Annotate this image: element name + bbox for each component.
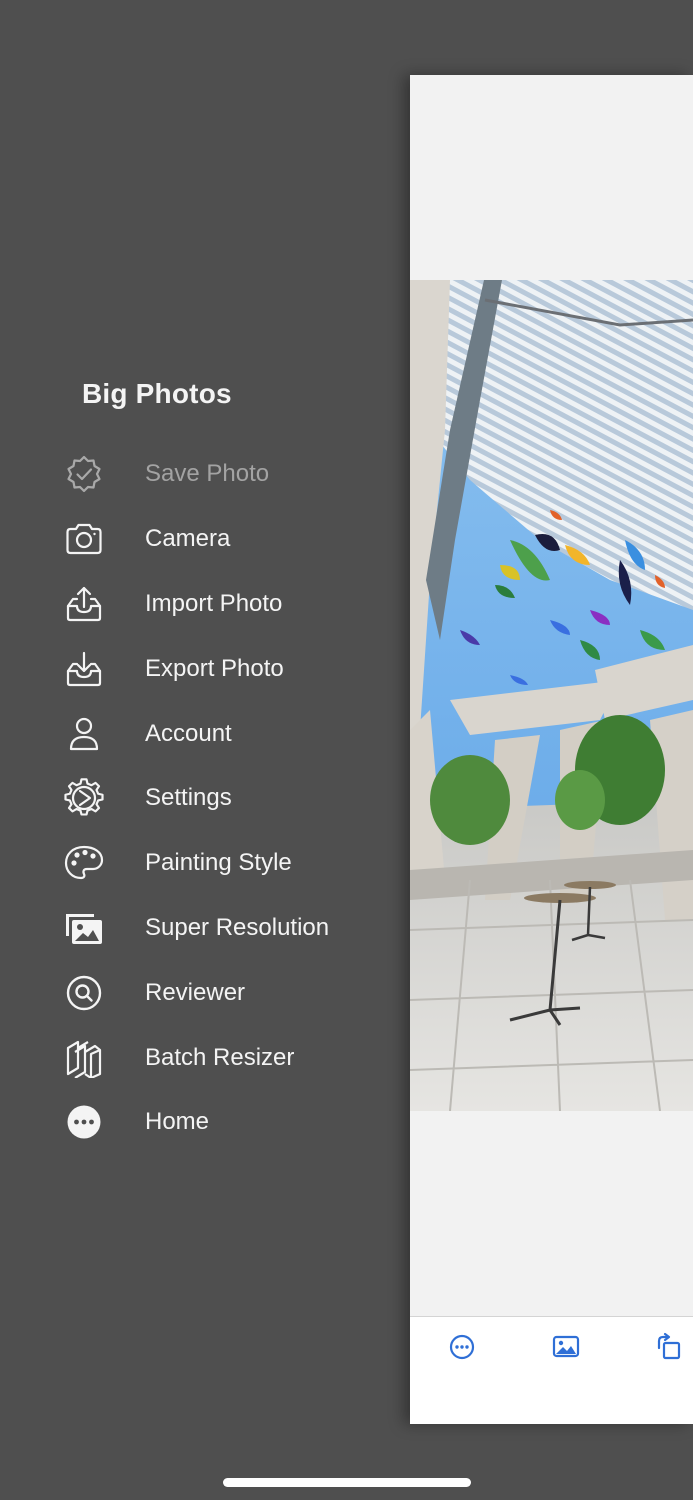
palette-icon bbox=[64, 843, 104, 883]
menu-item-label: Reviewer bbox=[145, 978, 246, 1006]
menu-item-label: Save Photo bbox=[145, 460, 270, 488]
menu-item-label: Batch Resizer bbox=[145, 1043, 295, 1071]
menu-item-save-photo[interactable]: Save Photo bbox=[0, 442, 400, 507]
menu-item-label: Export Photo bbox=[145, 654, 284, 682]
menu-item-super-resolution[interactable]: Super Resolution bbox=[0, 896, 400, 961]
camera-icon bbox=[64, 519, 104, 559]
gear-icon bbox=[64, 778, 104, 818]
magnifier-circle-icon bbox=[64, 973, 104, 1013]
rotate-button[interactable] bbox=[652, 1331, 684, 1363]
menu-item-label: Settings bbox=[145, 784, 232, 812]
ellipsis-circle-icon bbox=[449, 1334, 475, 1360]
menu-item-account[interactable]: Account bbox=[0, 701, 400, 766]
menu-item-camera[interactable]: Camera bbox=[0, 507, 400, 572]
menu-item-label: Camera bbox=[145, 525, 231, 553]
menu-item-import-photo[interactable]: Import Photo bbox=[0, 572, 400, 637]
menu-item-label: Home bbox=[145, 1108, 210, 1136]
photo-library-button[interactable] bbox=[550, 1331, 582, 1363]
home-indicator[interactable] bbox=[223, 1478, 471, 1487]
main-view[interactable] bbox=[410, 75, 693, 1424]
menu-item-label: Super Resolution bbox=[145, 913, 330, 941]
ellipsis-circle-icon bbox=[64, 1102, 104, 1142]
tray-upload-icon bbox=[64, 584, 104, 624]
menu-item-label: Account bbox=[145, 719, 232, 747]
photo-preview bbox=[410, 280, 693, 1111]
photo-stack-icon bbox=[64, 908, 104, 948]
person-icon bbox=[64, 714, 104, 754]
layers-icon bbox=[64, 1038, 104, 1078]
menu-item-settings[interactable]: Settings bbox=[0, 766, 400, 831]
menu-item-label: Painting Style bbox=[145, 849, 292, 877]
more-button[interactable] bbox=[446, 1331, 478, 1363]
menu-item-home[interactable]: Home bbox=[0, 1090, 400, 1155]
menu-item-reviewer[interactable]: Reviewer bbox=[0, 960, 400, 1025]
rotate-icon bbox=[657, 1332, 681, 1360]
menu-item-export-photo[interactable]: Export Photo bbox=[0, 636, 400, 701]
bottom-toolbar bbox=[410, 1316, 693, 1424]
menu-item-label: Import Photo bbox=[145, 589, 283, 617]
badge-check-icon bbox=[64, 454, 104, 494]
drawer-menu: Save Photo Camera Import Photo Export Ph… bbox=[0, 442, 400, 1155]
tray-download-icon bbox=[64, 649, 104, 689]
drawer-title: Big Photos bbox=[82, 378, 232, 409]
photo-icon bbox=[552, 1335, 580, 1358]
menu-item-painting-style[interactable]: Painting Style bbox=[0, 831, 400, 896]
menu-item-batch-resizer[interactable]: Batch Resizer bbox=[0, 1025, 400, 1090]
